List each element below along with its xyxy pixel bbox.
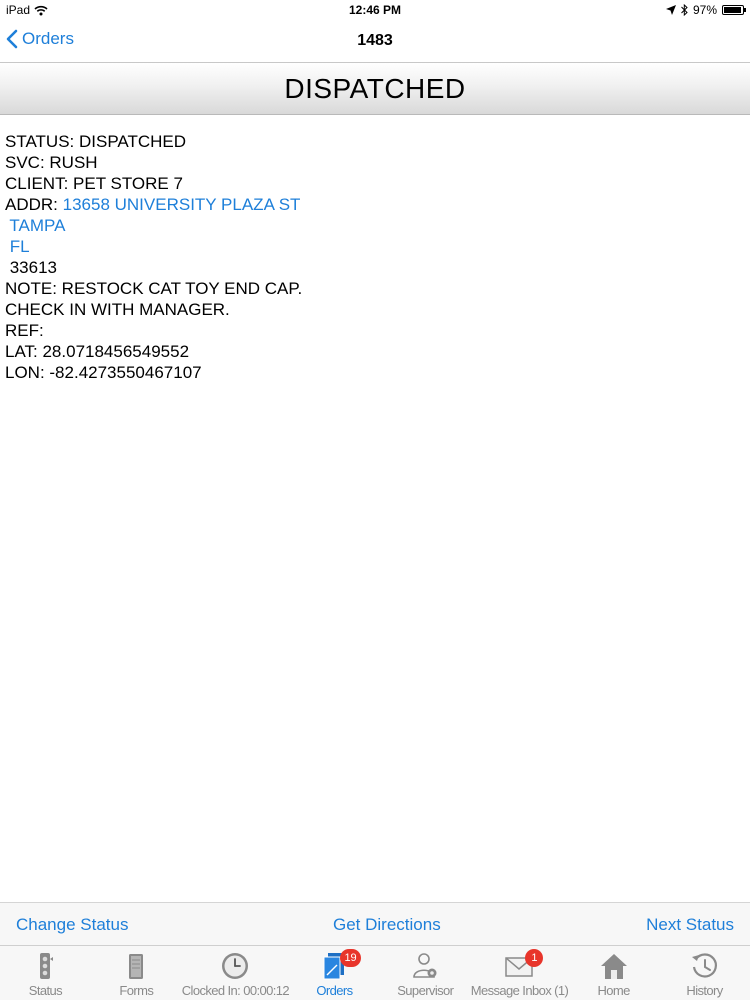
battery-percent: 97% xyxy=(692,3,717,17)
detail-status: STATUS: DISPATCHED xyxy=(5,132,187,151)
tab-label: Message Inbox (1) xyxy=(470,983,569,998)
detail-addr: ADDR: 13658 UNIVERSITY PLAZA ST xyxy=(5,194,745,215)
bluetooth-icon xyxy=(681,4,688,16)
tab-label: Home xyxy=(597,983,631,998)
tab-orders[interactable]: 19 Orders xyxy=(289,946,380,1000)
addr-state-link[interactable]: FL xyxy=(5,236,745,257)
tab-home[interactable]: Home xyxy=(568,946,659,1000)
inbox-badge: 1 xyxy=(525,949,544,967)
status-header: DISPATCHED xyxy=(0,63,750,115)
tab-label: Supervisor xyxy=(397,983,454,998)
tab-message-inbox[interactable]: 1 Message Inbox (1) xyxy=(470,946,569,1000)
tab-supervisor[interactable]: Supervisor xyxy=(380,946,471,1000)
action-bar: Change Status Get Directions Next Status xyxy=(0,902,750,945)
detail-ref: REF: xyxy=(5,321,44,340)
status-header-title: DISPATCHED xyxy=(284,72,466,104)
nav-bar: Orders 1483 xyxy=(0,22,750,63)
tab-forms[interactable]: Forms xyxy=(91,946,182,1000)
screen: iPad 12:46 PM 97% Orders 1483 DISPATCHED… xyxy=(0,0,750,1000)
history-icon xyxy=(691,953,717,978)
detail-note: NOTE: RESTOCK CAT TOY END CAP. xyxy=(5,279,303,298)
tab-bar: Status Forms Clocked In: 00:00:12 19 Ord… xyxy=(0,945,750,1000)
addr-label: ADDR: xyxy=(5,195,63,214)
home-icon xyxy=(600,954,627,979)
clock-icon xyxy=(222,953,249,979)
status-bar: iPad 12:46 PM 97% xyxy=(0,0,750,22)
status-right: 97% xyxy=(665,3,746,17)
document-icon xyxy=(129,954,144,979)
battery-icon xyxy=(722,5,746,15)
traffic-light-icon xyxy=(40,953,54,979)
order-details: STATUS: DISPATCHED SVC: RUSH CLIENT: PET… xyxy=(5,131,745,383)
tab-label: Clocked In: 00:00:12 xyxy=(181,983,290,998)
addr-city-link[interactable]: TAMPA xyxy=(5,215,745,236)
tab-label: Forms xyxy=(119,983,154,998)
addr-zip: 33613 xyxy=(5,258,57,277)
tab-history[interactable]: History xyxy=(659,946,750,1000)
addr-street-link[interactable]: 13658 UNIVERSITY PLAZA ST xyxy=(63,195,301,214)
detail-lat: LAT: 28.0718456549552 xyxy=(5,342,190,361)
tab-clocked-in[interactable]: Clocked In: 00:00:12 xyxy=(181,946,290,1000)
tab-label: Orders xyxy=(316,983,353,998)
location-arrow-icon xyxy=(665,5,676,15)
tab-label: Status xyxy=(28,983,63,998)
next-status-button[interactable]: Next Status xyxy=(646,915,734,935)
detail-client: CLIENT: PET STORE 7 xyxy=(5,174,183,193)
detail-svc: SVC: RUSH xyxy=(5,153,98,172)
detail-note-line2: CHECK IN WITH MANAGER. xyxy=(5,300,230,319)
tab-label: History xyxy=(686,983,723,998)
get-directions-button[interactable]: Get Directions xyxy=(333,915,441,935)
tab-status[interactable]: Status xyxy=(0,946,91,1000)
detail-lon: LON: -82.4273550467107 xyxy=(5,363,202,382)
change-status-button[interactable]: Change Status xyxy=(16,915,128,935)
supervisor-icon xyxy=(413,953,437,978)
page-title: 1483 xyxy=(357,32,393,49)
orders-badge: 19 xyxy=(340,949,361,967)
status-time: 12:46 PM xyxy=(348,3,402,17)
